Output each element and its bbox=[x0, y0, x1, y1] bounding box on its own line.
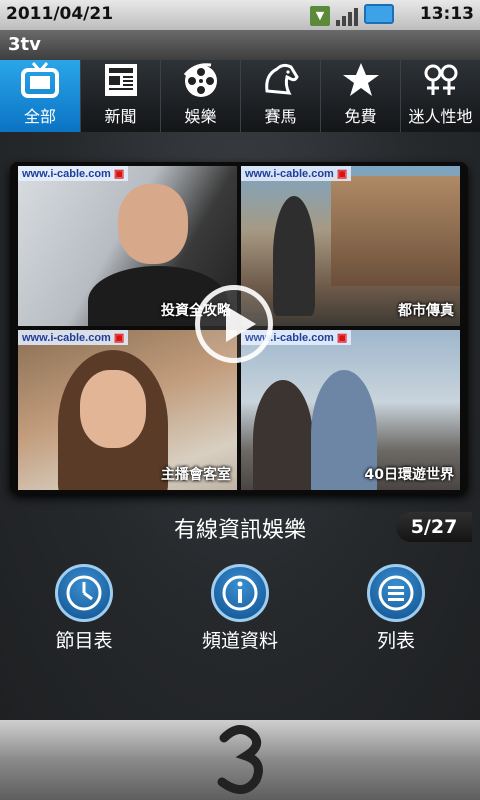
tab-free[interactable]: 免費 bbox=[321, 60, 401, 132]
tab-label: 新聞 bbox=[104, 107, 137, 126]
preview-watermark: www.i-cable.com ▣ bbox=[18, 330, 129, 345]
newspaper-icon bbox=[104, 64, 137, 96]
footer-bar bbox=[0, 720, 480, 800]
preview-thumbnail: www.i-cable.com ▣ 都市傳真 bbox=[241, 166, 460, 326]
list-label: 列表 bbox=[376, 630, 415, 652]
notification-icon: ▼ bbox=[310, 6, 330, 26]
tab-label: 娛樂 bbox=[184, 107, 217, 126]
info-icon bbox=[211, 564, 269, 622]
main-stage: www.i-cable.com ▣ 投資全攻略 www.i-cable.com … bbox=[0, 132, 480, 720]
list-button[interactable]: 列表 bbox=[336, 564, 456, 653]
tab-label: 賽馬 bbox=[264, 107, 297, 126]
tab-adult[interactable]: 迷人性地 bbox=[401, 60, 480, 132]
film-reel-icon bbox=[183, 63, 217, 97]
clock-icon bbox=[55, 564, 113, 622]
list-icon bbox=[367, 564, 425, 622]
channel-counter: 5/27 bbox=[396, 512, 472, 542]
preview-thumbnail: www.i-cable.com ▣ 主播會客室 bbox=[18, 330, 237, 490]
preview-figure bbox=[118, 184, 188, 264]
preview-caption: 主播會客室 bbox=[161, 467, 231, 483]
channel-info-label: 頻道資料 bbox=[201, 630, 278, 652]
app-title: 3tv bbox=[8, 34, 41, 55]
tab-horse-racing[interactable]: 賽馬 bbox=[241, 60, 321, 132]
status-icons: ▼ bbox=[310, 4, 394, 26]
tab-entertainment[interactable]: 娛樂 bbox=[161, 60, 241, 132]
channel-preview[interactable]: www.i-cable.com ▣ 投資全攻略 www.i-cable.com … bbox=[10, 162, 468, 494]
play-icon[interactable] bbox=[195, 285, 273, 363]
gender-icon bbox=[424, 64, 457, 95]
tab-all[interactable]: 全部 bbox=[0, 60, 81, 132]
schedule-label: 節目表 bbox=[55, 630, 113, 652]
status-time: 13:13 bbox=[419, 4, 474, 24]
preview-thumbnail: www.i-cable.com ▣ 40日環遊世界 bbox=[241, 330, 460, 490]
status-date: 2011/04/21 bbox=[6, 4, 114, 24]
app-title-bar: 3tv bbox=[0, 30, 480, 60]
tab-label: 迷人性地 bbox=[408, 107, 473, 126]
channel-info-button[interactable]: 頻道資料 bbox=[180, 564, 300, 653]
star-icon bbox=[342, 63, 379, 96]
battery-icon bbox=[364, 4, 394, 24]
preview-watermark: www.i-cable.com ▣ bbox=[241, 166, 352, 181]
signal-icon bbox=[336, 6, 358, 26]
action-bar: 節目表 頻道資料 列表 bbox=[0, 564, 480, 664]
category-tabs: 全部 新聞 娛樂 賽馬 免費 迷人性地 bbox=[0, 60, 480, 132]
preview-caption: 40日環遊世界 bbox=[364, 467, 454, 483]
preview-figure bbox=[80, 370, 146, 448]
tab-news[interactable]: 新聞 bbox=[81, 60, 161, 132]
schedule-button[interactable]: 節目表 bbox=[24, 564, 144, 653]
three-logo bbox=[217, 725, 263, 794]
preview-watermark: www.i-cable.com ▣ bbox=[18, 166, 129, 181]
preview-figure bbox=[253, 380, 313, 490]
status-bar: 2011/04/21 ▼ 13:13 bbox=[0, 0, 480, 30]
preview-figure bbox=[273, 196, 315, 316]
tab-label: 全部 bbox=[23, 107, 56, 126]
tv-icon bbox=[21, 62, 59, 98]
preview-building bbox=[331, 176, 460, 286]
horse-icon bbox=[264, 63, 299, 95]
tab-label: 免費 bbox=[344, 107, 377, 126]
preview-caption: 都市傳真 bbox=[398, 303, 454, 319]
